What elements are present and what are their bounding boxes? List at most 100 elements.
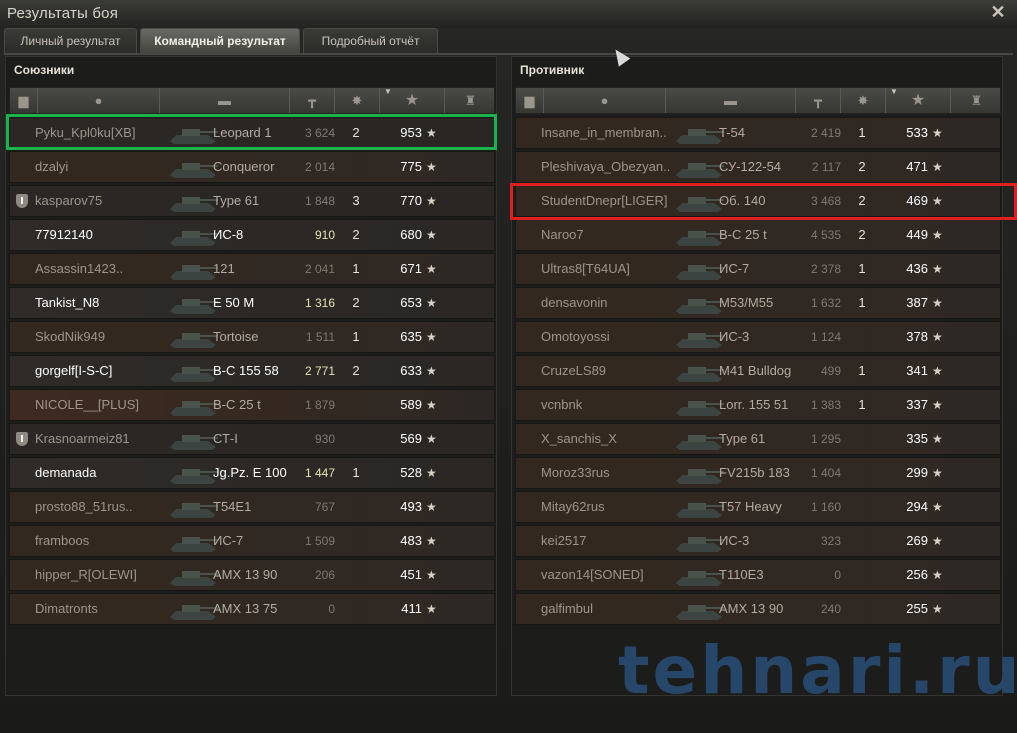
allies-title: Союзники <box>14 63 75 77</box>
player-row[interactable]: framboos ИС-7 1 509 483 ★ <box>9 525 495 557</box>
player-row[interactable]: demanada Jg.Pz. E 100 1 447 1 528 ★ <box>9 457 495 489</box>
star-icon: ★ <box>932 568 943 582</box>
player-row[interactable]: vazon14[SONED] T110E3 0 256 ★ <box>515 559 1001 591</box>
kills-value: 1 <box>858 125 866 140</box>
tank-image <box>666 322 724 352</box>
player-row[interactable]: gorgelf[I-S-C] В-С 155 58 2 771 2 633 ★ <box>9 355 495 387</box>
badge-column-icon[interactable]: ▆ <box>516 88 544 113</box>
player-column-icon[interactable]: ● <box>544 88 666 113</box>
star-icon: ★ <box>932 364 943 378</box>
player-row[interactable]: vcnbnk Lorr. 155 51 1 383 1 337 ★ <box>515 389 1001 421</box>
player-row[interactable]: Assassin1423.. 121 2 041 1 671 ★ <box>9 253 495 285</box>
player-name: prosto88_51rus.. <box>35 499 133 514</box>
player-name: Krasnoarmeiz81 <box>35 431 130 446</box>
tab-team-result[interactable]: Командный результат <box>140 28 300 53</box>
medal-column-icon[interactable]: ♜ <box>951 88 1002 113</box>
tank-image <box>160 526 218 556</box>
xp-column-icon[interactable]: ▼ ★ <box>380 87 445 113</box>
close-icon[interactable]: ✕ <box>989 2 1007 22</box>
star-icon: ★ <box>932 330 943 344</box>
player-row[interactable]: NICOLE__[PLUS] В-С 25 t1 879 589 ★ <box>9 389 495 421</box>
player-name: NICOLE__[PLUS] <box>35 397 140 412</box>
star-icon: ★ <box>426 126 437 140</box>
player-row[interactable]: kei2517 ИС-3 323 269 ★ <box>515 525 1001 557</box>
player-row[interactable]: Ultras8[T64UA] ИС-7 2 378 1 436 ★ <box>515 253 1001 285</box>
player-row[interactable]: kasparov75 Type 61 1 848 3 770 ★ <box>9 185 495 217</box>
player-row[interactable]: Moroz33rus FV215b 183 1 404 299 ★ <box>515 457 1001 489</box>
xp-value: 255 <box>906 601 928 616</box>
player-row[interactable]: galfimbul AMX 13 90 240 255 ★ <box>515 593 1001 625</box>
badge-cell <box>16 526 30 556</box>
player-row[interactable]: Krasnoarmeiz81 СТ-I 930 569 ★ <box>9 423 495 455</box>
star-icon: ★ <box>426 432 437 446</box>
badge-cell <box>16 560 30 590</box>
xp-column-icon[interactable]: ▼ ★ <box>886 87 951 113</box>
player-row[interactable]: Pleshivaya_Obezyan.. СУ-122-54 2 117 2 471 ★ <box>515 151 1001 183</box>
player-row[interactable]: hipper_R[OLEWI] AMX 13 90 206 451 ★ <box>9 559 495 591</box>
star-icon: ★ <box>426 568 437 582</box>
player-row[interactable]: SkodNik949 Tortoise 1 511 1 635 ★ <box>9 321 495 353</box>
badge-cell <box>16 118 30 148</box>
badge-column-icon[interactable]: ▆ <box>10 88 38 113</box>
player-name: kei2517 <box>541 533 587 548</box>
star-icon: ★ <box>932 296 943 310</box>
damage-value: 1 404 <box>810 466 841 480</box>
kills-value <box>343 526 369 556</box>
tank-image <box>666 254 724 284</box>
player-name: Omotoyossi <box>541 329 610 344</box>
kills-value: 2 <box>352 125 360 140</box>
player-row[interactable]: Tankist_N8 E 50 M1 316 2 653 ★ <box>9 287 495 319</box>
kills-value <box>343 390 369 420</box>
player-row[interactable]: Dimatronts AMX 13 75 0 411 ★ <box>9 593 495 625</box>
xp-value: 341 <box>906 363 928 378</box>
player-name: Naroo7 <box>541 227 584 242</box>
damage-value: 240 <box>820 602 841 616</box>
kills-value: 2 <box>352 227 360 242</box>
kills-value: 2 <box>858 159 866 174</box>
damage-value: 0 <box>834 568 841 582</box>
player-name: vcnbnk <box>541 397 583 412</box>
tab-personal-result[interactable]: Личный результат <box>4 28 137 53</box>
player-name: dzalyi <box>35 159 69 174</box>
tank-column-icon[interactable]: ▬ <box>666 88 796 113</box>
player-name: Insane_in_membran.. <box>541 125 667 140</box>
player-row[interactable]: X_sanchis_X Type 61 1 295 335 ★ <box>515 423 1001 455</box>
player-name: demanada <box>35 465 97 480</box>
tank-image <box>666 526 724 556</box>
player-row[interactable]: Naroo7 B-C 25 t4 535 2 449 ★ <box>515 219 1001 251</box>
badge-cell <box>522 186 536 216</box>
tank-image <box>666 390 724 420</box>
player-row[interactable]: CruzeLS89 M41 Bulldog 499 1 341 ★ <box>515 355 1001 387</box>
player-row[interactable]: Mitay62rus T57 Heavy 1 160 294 ★ <box>515 491 1001 523</box>
badge-cell <box>522 526 536 556</box>
medal-column-icon[interactable]: ♜ <box>445 88 496 113</box>
tab-detailed-report[interactable]: Подробный отчёт <box>303 28 438 53</box>
kills-value <box>849 526 875 556</box>
player-row[interactable]: densavonin M53/M55 1 632 1 387 ★ <box>515 287 1001 319</box>
kills-value: 1 <box>352 465 360 480</box>
tank-image <box>160 288 218 318</box>
xp-value: 471 <box>906 159 928 174</box>
kills-value: 1 <box>352 329 360 344</box>
kills-value: 1 <box>858 363 866 378</box>
player-row[interactable]: Insane_in_membran.. T-54 2 419 1 533 ★ <box>515 117 1001 149</box>
player-row[interactable]: Omotoyossi ИС-3 1 124 378 ★ <box>515 321 1001 353</box>
player-row[interactable]: prosto88_51rus.. T54E1 767 493 ★ <box>9 491 495 523</box>
player-name: Assassin1423.. <box>35 261 124 276</box>
kills-column-icon[interactable]: ✸ <box>841 88 886 113</box>
player-name: densavonin <box>541 295 608 310</box>
kills-value <box>343 424 369 454</box>
badge-cell <box>16 492 30 522</box>
badge-cell <box>522 152 536 182</box>
player-row[interactable]: 77912140 ИС-8 910 2 680 ★ <box>9 219 495 251</box>
player-row[interactable]: dzalyi Conqueror 2 014 775 ★ <box>9 151 495 183</box>
player-row[interactable]: Pyku_Kpl0ku[XB] Leopard 13 624 2 953 ★ <box>9 117 495 149</box>
kills-value <box>343 560 369 590</box>
damage-value: 1 447 <box>304 466 335 480</box>
tank-column-icon[interactable]: ▬ <box>160 88 290 113</box>
damage-column-icon[interactable]: ┳ <box>290 88 335 113</box>
kills-column-icon[interactable]: ✸ <box>335 88 380 113</box>
player-row[interactable]: StudentDnepr[LIGER] Об. 140 3 468 2 469 ★ <box>515 185 1001 217</box>
player-column-icon[interactable]: ● <box>38 88 160 113</box>
damage-column-icon[interactable]: ┳ <box>796 88 841 113</box>
